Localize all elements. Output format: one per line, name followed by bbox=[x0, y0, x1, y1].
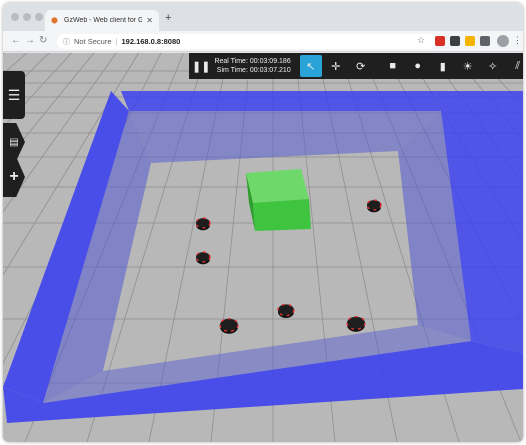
pause-icon: ❚❚ bbox=[192, 60, 211, 73]
menu-icon: ☰ bbox=[7, 86, 21, 103]
rotate-mode-button[interactable]: ⟳ bbox=[350, 55, 372, 77]
ext-puzzle-icon[interactable] bbox=[480, 36, 490, 46]
real-time: Real Time: 00:03:09.186 bbox=[214, 58, 291, 65]
browser-window: ⬢ GzWeb - Web client for Gazebo ✕ + ← → … bbox=[3, 3, 523, 442]
robot-model[interactable] bbox=[277, 303, 295, 318]
time-display: Real Time: 00:03:09.186 Sim Time: 00:03:… bbox=[214, 57, 290, 75]
forward-arrow-icon[interactable]: → bbox=[25, 35, 35, 47]
robot-model[interactable] bbox=[195, 217, 211, 231]
robot-model[interactable] bbox=[219, 318, 239, 334]
security-status: Not Secure bbox=[74, 37, 112, 46]
cylinder-shape-button[interactable]: ▮ bbox=[432, 55, 454, 77]
gazebo-favicon-icon: ⬢ bbox=[51, 15, 58, 25]
navigation-bar: ← → ↻ ⓘ Not Secure | 192.168.0.8:8080 ☆ … bbox=[3, 31, 523, 52]
ext-dark-icon[interactable] bbox=[450, 36, 460, 46]
reload-icon[interactable]: ↻ bbox=[39, 35, 47, 47]
maximize-window-button[interactable] bbox=[35, 13, 43, 21]
ext-red-icon[interactable] bbox=[435, 36, 445, 46]
profile-avatar[interactable] bbox=[497, 35, 509, 47]
plus-icon: + bbox=[9, 168, 19, 185]
url-text: 192.168.0.8:8080 bbox=[121, 37, 181, 46]
robot-model[interactable] bbox=[195, 251, 211, 265]
spot-light-button[interactable]: ✧ bbox=[482, 55, 504, 77]
ext-multicolor-icon[interactable] bbox=[465, 36, 475, 46]
box-shape-button[interactable]: ■ bbox=[382, 55, 404, 77]
select-mode-icon: ↖ bbox=[306, 60, 316, 73]
cylinder-shape-icon: ▮ bbox=[439, 60, 446, 73]
gazebo-toolbar: ❚❚ Real Time: 00:03:09.186 Sim Time: 00:… bbox=[189, 53, 523, 79]
point-light-button[interactable]: ☀ bbox=[457, 55, 479, 77]
address-separator: | bbox=[115, 37, 118, 46]
side-menu-button[interactable]: ☰ bbox=[3, 71, 25, 119]
panel-icon: ▤ bbox=[9, 136, 19, 148]
translate-mode-icon: ✛ bbox=[331, 60, 341, 73]
address-bar[interactable]: ⓘ Not Secure | 192.168.0.8:8080 bbox=[57, 34, 437, 49]
menu-kebab-icon[interactable]: ⋮ bbox=[513, 35, 522, 46]
gazebo-3d-viewport[interactable]: ❚❚ Real Time: 00:03:09.186 Sim Time: 00:… bbox=[3, 53, 523, 442]
sphere-shape-button[interactable]: ● bbox=[407, 55, 429, 77]
box-shape-icon: ■ bbox=[389, 60, 397, 72]
rotate-mode-icon: ⟳ bbox=[356, 60, 366, 73]
sphere-shape-icon: ● bbox=[414, 60, 422, 72]
sim-time: Sim Time: 00:03:07.210 bbox=[216, 67, 291, 74]
wall-top-back bbox=[121, 91, 441, 111]
close-icon[interactable]: ✕ bbox=[146, 16, 153, 25]
bookmark-star-icon[interactable]: ☆ bbox=[417, 35, 425, 46]
back-arrow-icon[interactable]: ← bbox=[11, 35, 21, 47]
browser-tab[interactable]: ⬢ GzWeb - Web client for Gazebo ✕ bbox=[45, 10, 159, 31]
tab-strip: ⬢ GzWeb - Web client for Gazebo ✕ + bbox=[3, 3, 523, 31]
new-tab-button[interactable]: + bbox=[165, 13, 171, 24]
tab-title: GzWeb - Web client for Gazebo bbox=[64, 17, 143, 24]
translate-mode-button[interactable]: ✛ bbox=[325, 55, 347, 77]
tool-buttons: ↖ ✛ ⟳ ■ ● ▮ ☀ ✧ ⫽ bbox=[297, 55, 523, 77]
scene-canvas[interactable] bbox=[3, 53, 523, 442]
minimize-window-button[interactable] bbox=[23, 13, 31, 21]
info-icon[interactable]: ⓘ bbox=[63, 37, 70, 47]
select-mode-button[interactable]: ↖ bbox=[299, 55, 322, 77]
robot-model[interactable] bbox=[346, 316, 366, 332]
pause-button[interactable]: ❚❚ bbox=[192, 55, 210, 77]
spot-light-icon: ✧ bbox=[488, 60, 498, 73]
box-front[interactable] bbox=[253, 199, 311, 231]
directional-light-icon: ⫽ bbox=[515, 59, 521, 72]
box-top bbox=[246, 169, 309, 203]
point-light-icon: ☀ bbox=[462, 60, 473, 73]
close-window-button[interactable] bbox=[11, 13, 19, 21]
robot-model[interactable] bbox=[366, 199, 382, 213]
directional-light-button[interactable]: ⫽ bbox=[507, 55, 523, 77]
